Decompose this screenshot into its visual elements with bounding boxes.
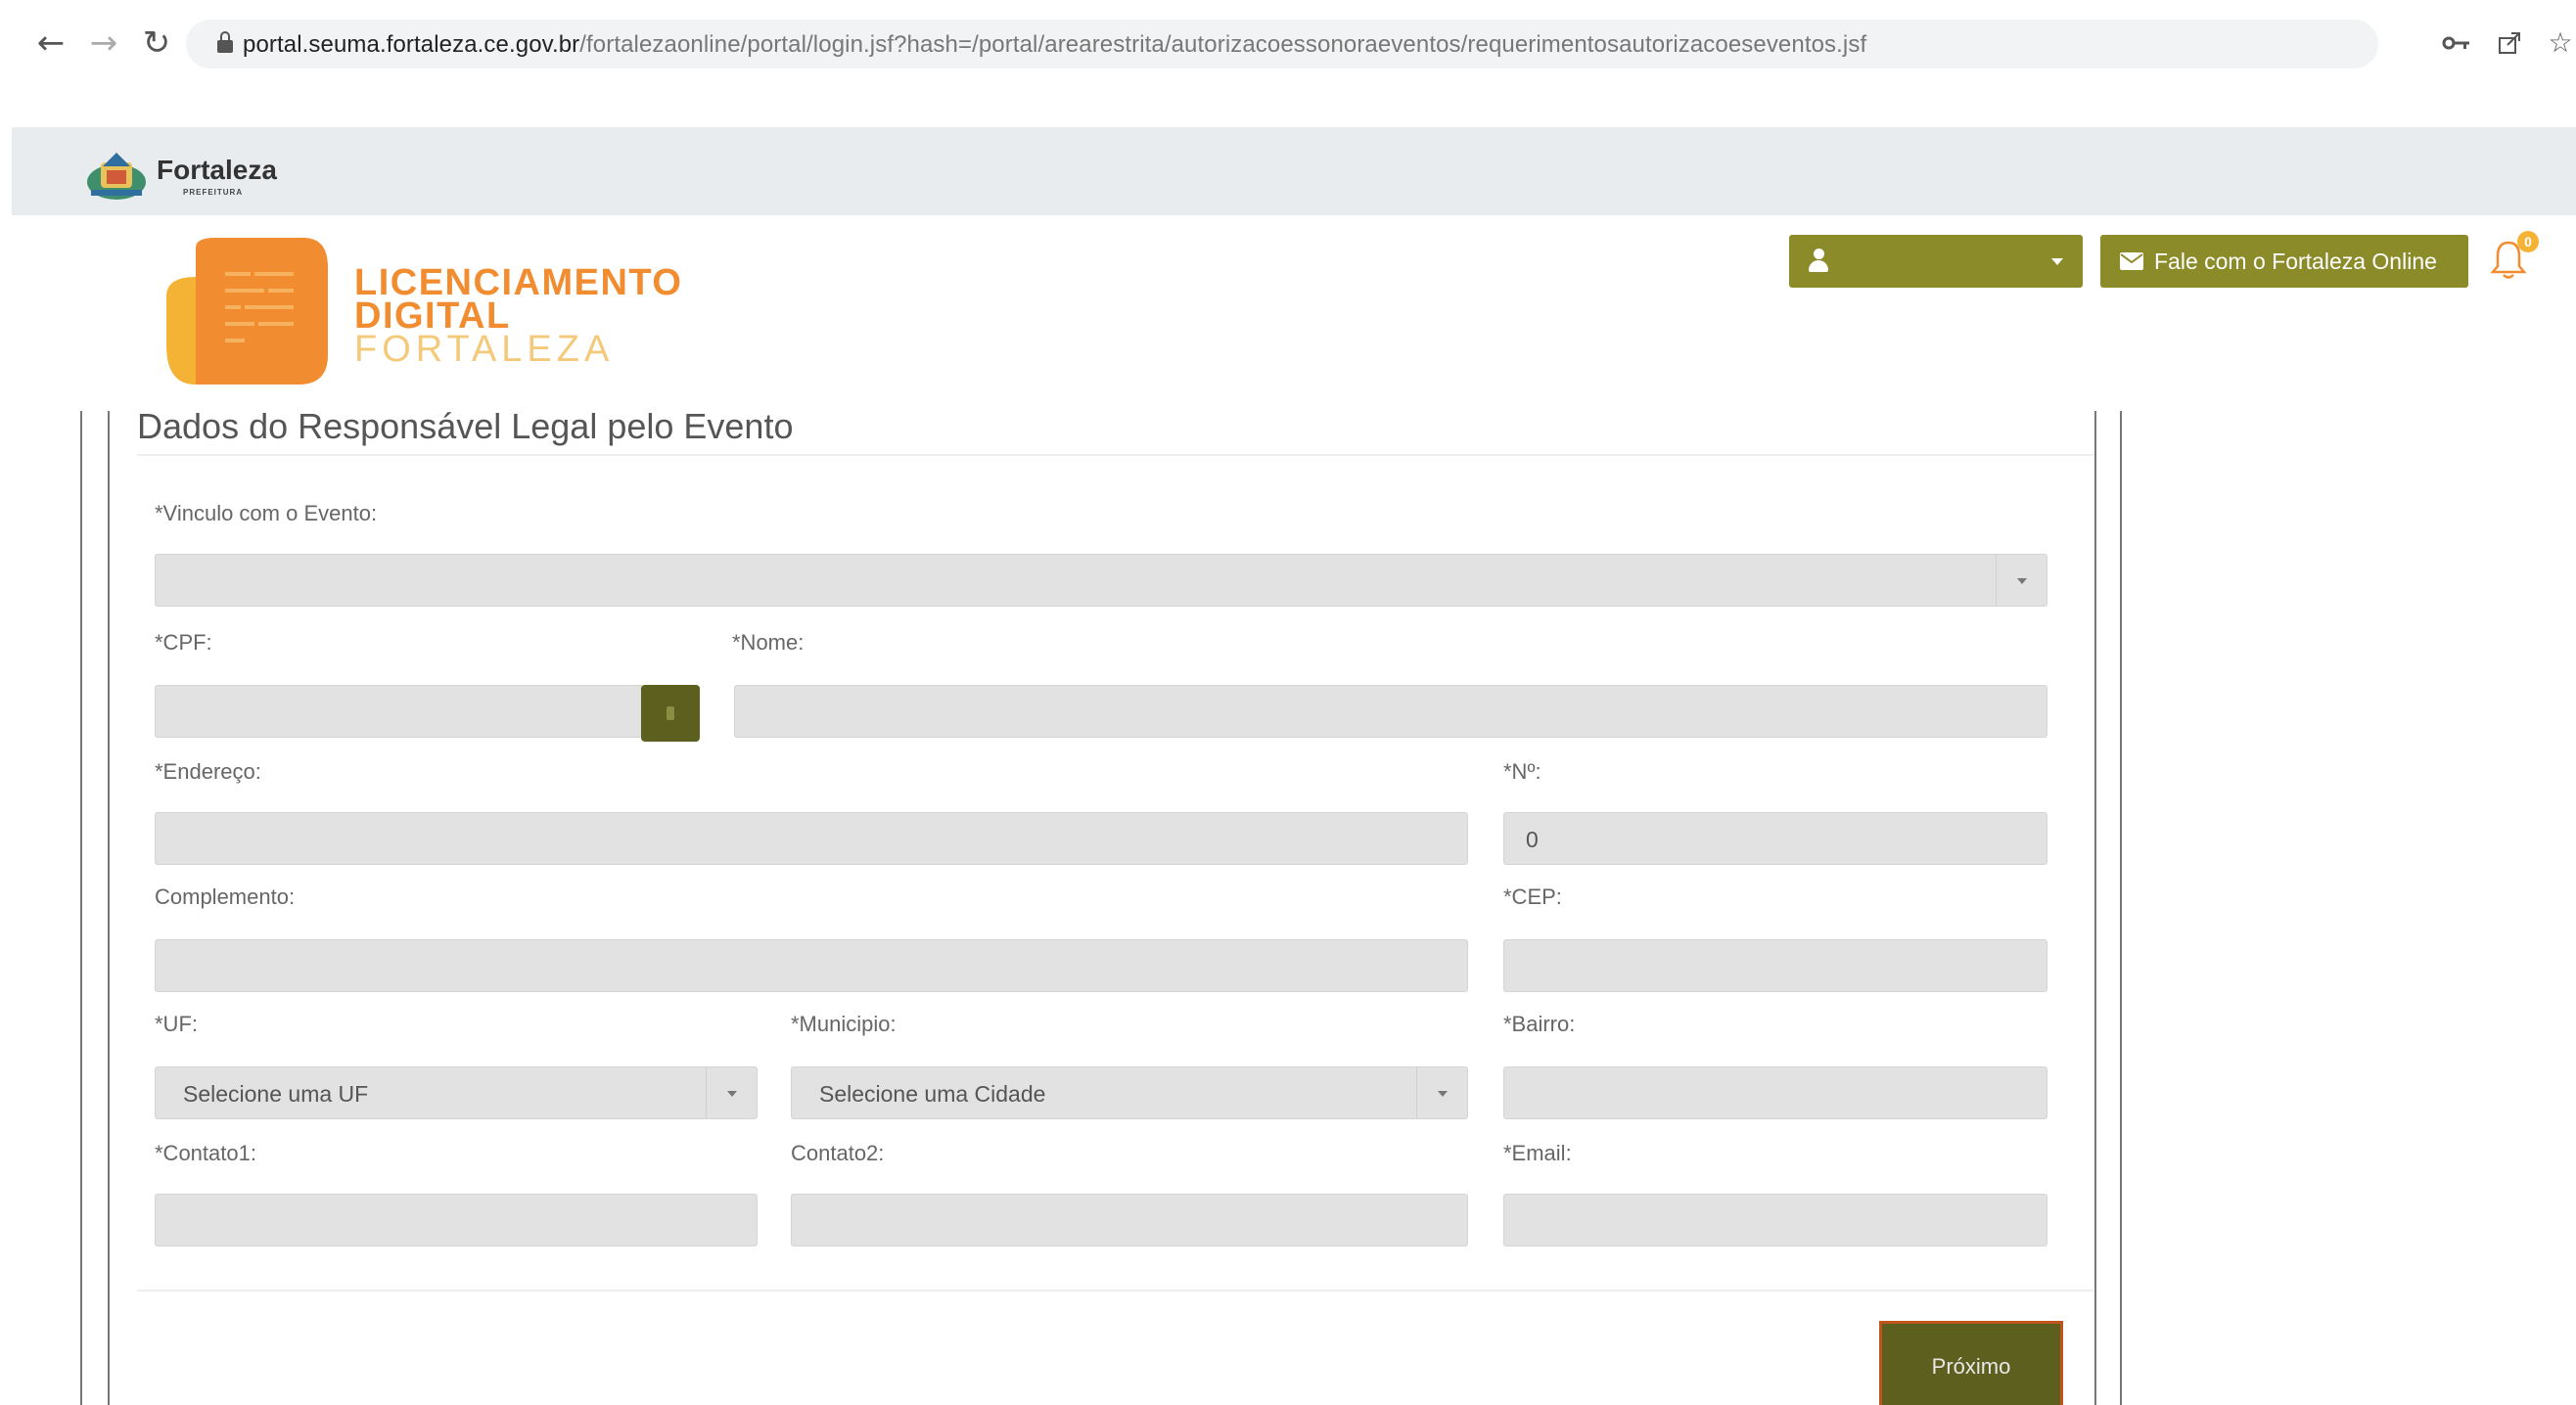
panel-outer-left-border <box>80 411 82 1405</box>
vinculo-select[interactable] <box>155 554 2047 607</box>
endereco-label: *Endereço: <box>155 759 261 784</box>
panel-inner-right-border <box>2094 411 2096 1405</box>
contato1-input[interactable] <box>155 1194 758 1246</box>
licenciamento-digital-logo <box>157 238 333 385</box>
notifications-bell[interactable]: 0 <box>2490 231 2539 284</box>
notification-count-badge: 0 <box>2517 231 2539 252</box>
bookmark-star-icon[interactable]: ☆ <box>2541 23 2576 63</box>
uf-select[interactable]: Selecione uma UF <box>155 1066 758 1119</box>
numero-label: *Nº: <box>1503 759 1541 784</box>
cpf-label: *CPF: <box>155 630 212 655</box>
next-button[interactable]: Próximo <box>1879 1321 2063 1405</box>
endereco-input[interactable] <box>155 812 1468 865</box>
municipio-select[interactable]: Selecione uma Cidade <box>791 1066 1468 1119</box>
cep-label: *CEP: <box>1503 884 1562 909</box>
licenciamento-title: LICENCIAMENTO DIGITAL FORTALEZA <box>354 262 683 370</box>
brand-name: Fortaleza <box>157 155 277 185</box>
lic-title-line3: FORTALEZA <box>354 329 615 370</box>
user-icon <box>1809 249 1828 274</box>
fortaleza-logo[interactable] <box>85 147 148 202</box>
contato1-label: *Contato1: <box>155 1141 256 1165</box>
key-icon[interactable] <box>2437 23 2476 63</box>
back-icon[interactable]: ← <box>29 22 72 65</box>
caret-down-icon <box>2051 258 2063 265</box>
cep-input[interactable] <box>1503 939 2047 992</box>
url-host: portal.seuma.fortaleza.ce.gov.br <box>243 31 580 58</box>
contact-button-label: Fale com o Fortaleza Online <box>2154 249 2437 274</box>
cpf-search-button[interactable] <box>641 685 700 742</box>
user-menu-button[interactable] <box>1789 235 2083 288</box>
contact-fortaleza-online-button[interactable]: Fale com o Fortaleza Online <box>2100 235 2468 288</box>
nome-input[interactable] <box>734 685 2047 738</box>
lic-title-line1: LICENCIAMENTO <box>354 262 683 303</box>
browser-toolbar: ← → ↻ portal.seuma.fortaleza.ce.gov.br/f… <box>0 0 2576 88</box>
form-footer-divider <box>137 1290 2094 1292</box>
section-divider <box>137 454 2094 456</box>
url-text: portal.seuma.fortaleza.ce.gov.br/fortale… <box>243 31 1866 59</box>
panel-outer-right-border <box>2120 411 2122 1405</box>
section-title: Dados do Responsável Legal pelo Evento <box>137 406 794 446</box>
panel-inner-left-border <box>108 411 110 1405</box>
complemento-label: Complemento: <box>155 884 296 909</box>
uf-value: Selecione uma UF <box>183 1081 369 1107</box>
url-path: /fortalezaonline/portal/login.jsf?hash=/… <box>579 31 1867 58</box>
contato2-label: Contato2: <box>791 1141 885 1165</box>
reload-icon[interactable]: ↻ <box>135 22 178 65</box>
bairro-input[interactable] <box>1503 1066 2047 1119</box>
numero-input[interactable]: 0 <box>1503 812 2047 865</box>
nome-label: *Nome: <box>732 630 805 655</box>
municipio-label: *Municipio: <box>791 1012 897 1036</box>
address-bar[interactable]: portal.seuma.fortaleza.ce.gov.br/fortale… <box>186 20 2378 68</box>
site-header: Fortaleza PREFEITURA <box>12 127 2576 215</box>
share-icon[interactable] <box>2490 23 2529 63</box>
brand-subtitle: PREFEITURA <box>183 188 244 197</box>
vinculo-label: *Vinculo com o Evento: <box>155 501 378 525</box>
contato2-input[interactable] <box>791 1194 1468 1246</box>
chevron-down-icon <box>1996 555 2047 606</box>
email-input[interactable] <box>1503 1194 2047 1246</box>
lic-title-line2: DIGITAL <box>354 295 511 337</box>
search-icon <box>667 706 674 720</box>
forward-icon[interactable]: → <box>82 22 125 65</box>
numero-value: 0 <box>1526 827 1539 852</box>
email-label: *Email: <box>1503 1141 1572 1165</box>
bairro-label: *Bairro: <box>1503 1012 1576 1036</box>
municipio-value: Selecione uma Cidade <box>819 1081 1046 1107</box>
chevron-down-icon <box>706 1067 757 1118</box>
complemento-input[interactable] <box>155 939 1468 992</box>
chevron-down-icon <box>1416 1067 1467 1118</box>
cpf-input[interactable] <box>155 685 644 738</box>
lock-icon <box>217 31 233 53</box>
envelope-icon <box>2120 252 2143 270</box>
uf-label: *UF: <box>155 1012 198 1036</box>
